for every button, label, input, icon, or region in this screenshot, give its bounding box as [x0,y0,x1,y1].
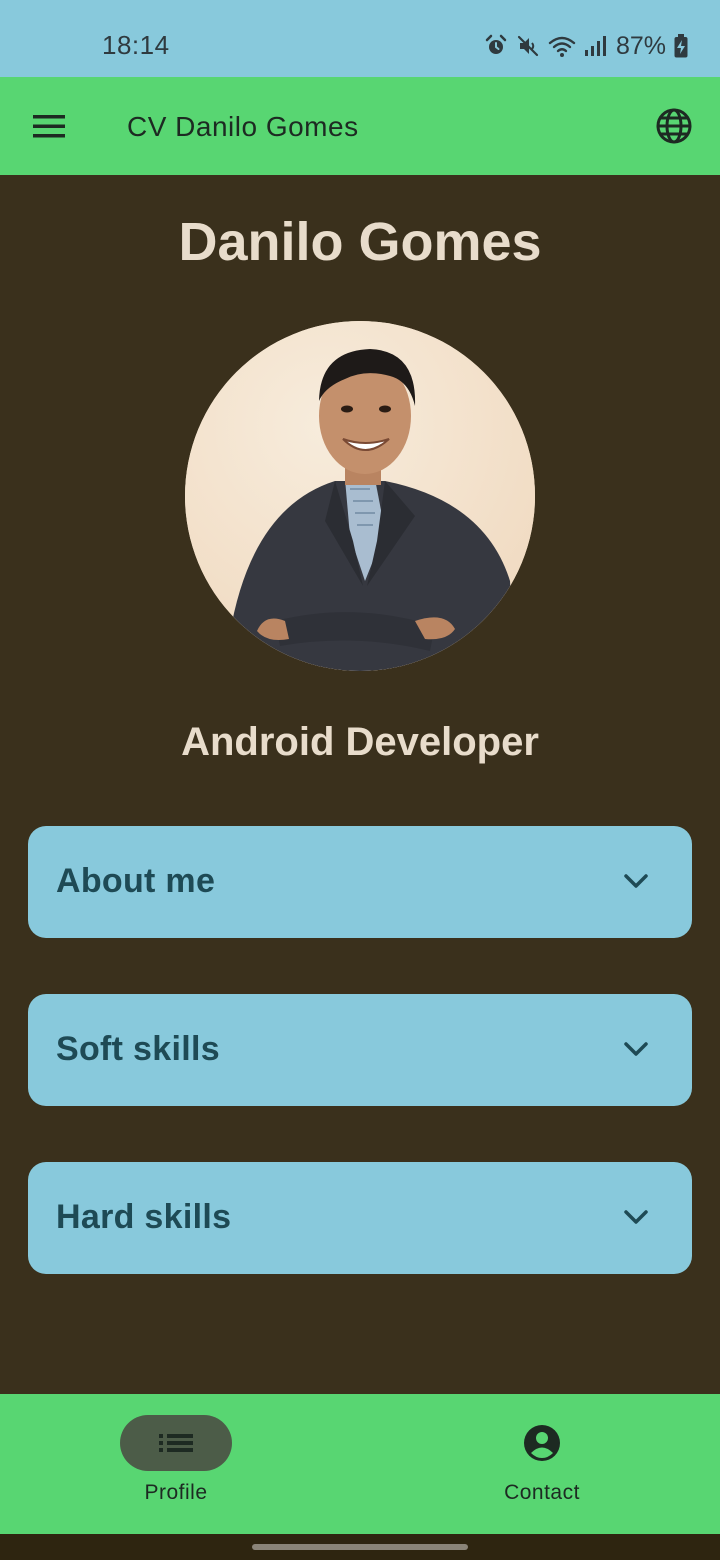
chevron-down-icon [624,1210,648,1224]
section-soft-skills[interactable]: Soft skills [28,994,692,1106]
list-icon [159,1434,193,1452]
nav-item-profile[interactable]: Profile [0,1394,360,1534]
section-label: About me [56,862,216,900]
menu-icon [33,115,65,138]
mute-icon [517,35,539,57]
alarm-icon [485,34,507,54]
nav-label-contact: Contact [504,1481,580,1504]
chevron-down-icon [624,1042,648,1056]
status-time: 18:14 [102,30,170,60]
app-title: CV Danilo Gomes [127,111,359,142]
gesture-handle[interactable] [252,1544,468,1550]
gesture-bar [0,1534,720,1560]
nav-label-profile: Profile [144,1481,208,1504]
account-circle-icon [524,1425,560,1461]
language-button[interactable] [654,106,694,146]
bottom-navigation: Profile Contact [0,1394,720,1534]
menu-button[interactable] [26,106,72,146]
top-app-bar: CV Danilo Gomes [0,77,720,175]
globe-icon [656,108,692,144]
profile-name: Danilo Gomes [178,212,542,272]
chevron-down-icon [624,874,648,888]
signal-icon [584,36,606,56]
section-hard-skills[interactable]: Hard skills [28,1162,692,1274]
status-bar: 18:14 87% [0,0,720,77]
profile-role: Android Developer [181,720,539,764]
section-label: Hard skills [56,1198,232,1236]
battery-percentage: 87% [615,31,666,60]
profile-photo [185,321,535,671]
avatar [185,321,535,671]
battery-charging-icon [674,34,688,58]
section-label: Soft skills [56,1030,220,1068]
status-icons: 87% [484,30,688,62]
section-about-me[interactable]: About me [28,826,692,938]
wifi-icon [548,36,576,57]
nav-item-contact[interactable]: Contact [360,1394,720,1534]
